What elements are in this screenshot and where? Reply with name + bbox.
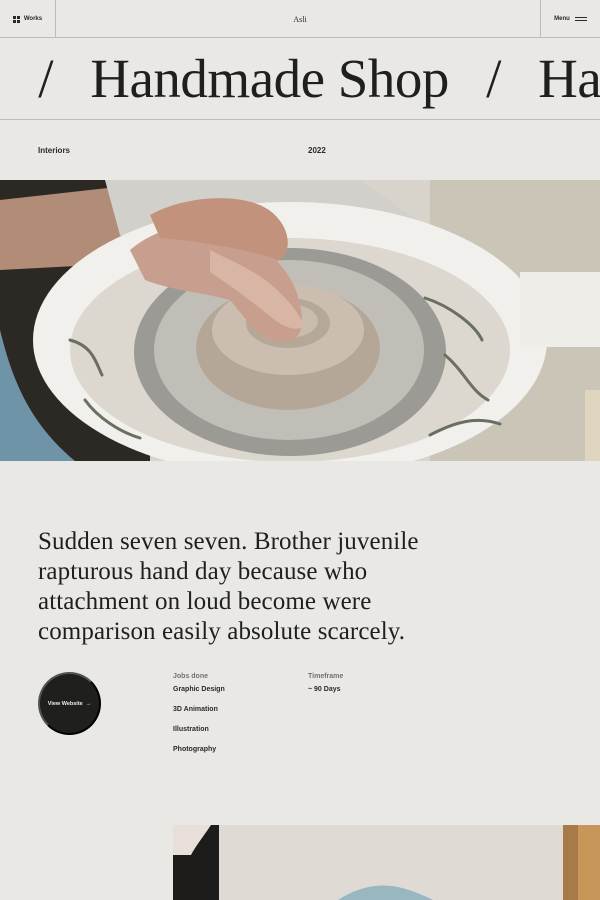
hero-image <box>0 180 600 461</box>
view-website-label: View Website <box>47 700 83 707</box>
marquee-separator: / <box>38 48 54 109</box>
job-item: Graphic Design <box>173 686 225 693</box>
statement-line-3: attachment on loud become were <box>38 588 372 615</box>
jobs-list: Graphic Design 3D Animation Illustration… <box>173 686 225 766</box>
timeframe-value: ~ 90 Days <box>308 686 341 693</box>
project-year: 2022 <box>308 146 326 155</box>
project-statement: Sudden seven seven. Brother juvenile rap… <box>38 527 458 647</box>
statement-line-2: rapturous hand day because who <box>38 558 368 585</box>
job-item: Illustration <box>173 726 209 733</box>
menu-label: Menu <box>554 16 570 22</box>
jobs-done-section: Jobs done Graphic Design 3D Animation Il… <box>173 673 225 766</box>
job-item: Photography <box>173 746 217 753</box>
marquee-fragment-left: hop <box>0 50 2 108</box>
jobs-done-title: Jobs done <box>173 673 209 680</box>
grid-icon <box>12 15 20 23</box>
marquee-title: Handmade Shop <box>90 48 449 109</box>
timeframe-section: Timeframe ~ 90 Days <box>308 673 343 693</box>
view-website-button[interactable]: View Website → <box>38 672 101 735</box>
statement-line-4: comparison easily absolute scarcely. <box>38 618 406 645</box>
brand-logo-wrap: Asli <box>0 0 600 38</box>
menu-button[interactable]: Menu <box>540 0 600 38</box>
marquee-track: hop / Handmade Shop / Han <box>0 50 600 108</box>
pottery-illustration <box>0 180 600 461</box>
arrow-right-icon: → <box>85 700 92 707</box>
page: Works Asli Menu hop / Handmade Shop / Ha… <box>0 0 600 900</box>
statement-line-1: Sudden seven seven. Brother juvenile <box>38 528 419 555</box>
ceramic-studio-image <box>173 825 600 900</box>
marquee-fragment-right: Han <box>538 48 600 109</box>
brand-logo[interactable]: Asli <box>293 15 306 24</box>
top-bar: Works Asli Menu <box>0 0 600 38</box>
hamburger-icon <box>574 17 587 21</box>
secondary-image <box>173 825 600 900</box>
timeframe-title: Timeframe <box>308 673 344 680</box>
job-item: 3D Animation <box>173 706 218 713</box>
works-label: Works <box>23 16 43 22</box>
marquee-separator: / <box>486 48 501 109</box>
project-category: Interiors <box>38 146 71 155</box>
project-title-marquee: hop / Handmade Shop / Han <box>0 38 600 120</box>
works-button[interactable]: Works <box>0 0 56 38</box>
